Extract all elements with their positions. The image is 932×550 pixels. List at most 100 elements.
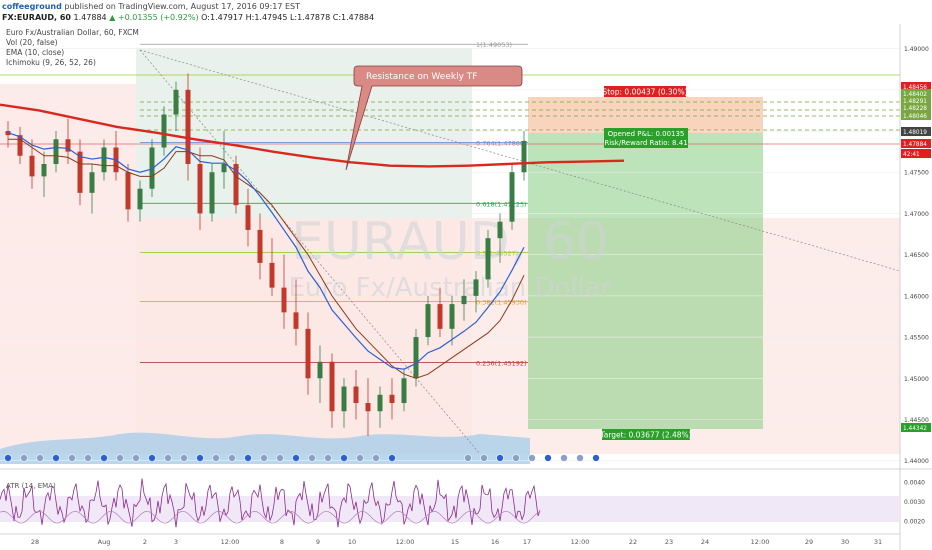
x-tick-label: 23 [665, 538, 673, 546]
candle-body [509, 172, 515, 222]
event-marker [180, 454, 188, 462]
x-tick-label: 16 [491, 538, 499, 546]
event-marker [116, 454, 124, 462]
event-marker [36, 454, 44, 462]
candle-body [341, 386, 347, 412]
event-marker [560, 454, 568, 462]
y-tick-label: 1.46000 [904, 293, 929, 300]
candle-body [353, 386, 359, 404]
indicator-ema[interactable]: EMA (10, close) [6, 48, 139, 58]
candle-body [473, 279, 479, 296]
candle-body [293, 312, 299, 329]
event-marker [496, 454, 504, 462]
stop-label: Stop: 0.00437 (0.30%) [602, 88, 687, 97]
event-marker [388, 454, 396, 462]
x-tick-label: 31 [874, 538, 882, 546]
x-tick-label: 2 [143, 538, 147, 546]
candle-body [53, 139, 59, 164]
low-value: L:1.47878 [289, 13, 331, 22]
candle-body [401, 378, 407, 404]
event-marker [480, 454, 488, 462]
x-tick-label: 9 [316, 538, 320, 546]
x-tick-label: 29 [805, 538, 813, 546]
event-marker [292, 454, 300, 462]
event-marker [228, 454, 236, 462]
oscillator-axis: 0.0040 0.0030 0.0020 [904, 479, 925, 525]
price-tag: 42:41 [903, 152, 920, 158]
x-tick-label: 28 [31, 538, 39, 546]
candle-body [173, 89, 179, 115]
event-marker [148, 454, 156, 462]
y-tick-label: 1.44500 [904, 417, 929, 424]
target-label: Target: 0.03677 (2.48%) [599, 431, 691, 440]
fib-label: 1(1.49053) [476, 41, 512, 49]
fib-label: 0.618(1.47123) [476, 200, 527, 208]
candle-body [425, 304, 431, 338]
event-marker [372, 454, 380, 462]
event-marker [196, 454, 204, 462]
candle-body [377, 394, 383, 412]
x-tick-label: 17 [523, 538, 531, 546]
resistance-callout-text: Resistance on Weekly TF [366, 72, 477, 82]
price-change: +0.01355 (+0.92%) [117, 13, 199, 22]
y-tick-label: 1.44000 [904, 458, 929, 465]
x-tick-label: 24 [701, 538, 709, 546]
pnl-label: Opened P&L: 0.00135 [608, 130, 685, 138]
chart-header: coffeeground published on TradingView.co… [0, 0, 932, 24]
candle-body [197, 163, 203, 214]
x-tick-label: 10 [348, 538, 356, 546]
watermark-symbol: EURAUD, 60 [291, 212, 609, 272]
x-tick-label: 12:00 [751, 538, 770, 546]
indicator-title[interactable]: Euro Fx/Australian Dollar, 60, FXCM [6, 28, 139, 38]
x-tick-label: 12:00 [221, 538, 240, 546]
x-tick-label: 22 [629, 538, 637, 546]
candle-body [41, 163, 47, 177]
candle-body [485, 238, 491, 280]
candle-body [521, 140, 527, 173]
publish-text: published on TradingView.com, August 17,… [64, 2, 301, 11]
price-tag: 1.48019 [903, 130, 927, 136]
event-marker [212, 454, 220, 462]
indicator-vol[interactable]: Vol (20, false) [6, 38, 139, 48]
y-tick-label: 1.46500 [904, 252, 929, 259]
event-marker [308, 454, 316, 462]
candle-body [269, 262, 275, 288]
open-value: O:1.47917 [201, 13, 244, 22]
candle-body [185, 89, 191, 164]
publish-line: coffeeground published on TradingView.co… [2, 2, 300, 11]
osc-tick-label: 0.0040 [904, 479, 925, 486]
candle-body [257, 229, 263, 263]
event-marker [4, 454, 12, 462]
candle-body [77, 151, 83, 193]
event-marker [164, 454, 172, 462]
x-tick-label: Aug [98, 538, 111, 546]
event-marker [276, 454, 284, 462]
rr-label: Risk/Reward Ratio: 8.41 [604, 139, 687, 147]
indicator-ichimoku[interactable]: Ichimoku (9, 26, 52, 26) [6, 58, 139, 68]
candle-body [413, 337, 419, 379]
candle-body [137, 188, 143, 210]
event-marker [52, 454, 60, 462]
event-marker [324, 454, 332, 462]
candle-body [221, 163, 227, 173]
last-price: 1.47884 [73, 13, 107, 22]
candle-body [281, 287, 287, 313]
watermark-name: Euro Fx/Australian Dollar [288, 273, 611, 303]
price-chart[interactable]: 1(1.49053) 0.764(1.47860) 0.618(1.47123) 0.… [0, 24, 932, 550]
event-marker [544, 454, 552, 462]
candle-body [437, 304, 443, 329]
candle-body [101, 147, 107, 173]
osc-tick-label: 0.0030 [904, 499, 925, 506]
candle-body [461, 295, 467, 305]
event-marker [340, 454, 348, 462]
x-tick-label: 15 [451, 538, 459, 546]
close-value: C:1.47884 [332, 13, 375, 22]
candle-body [329, 361, 335, 412]
event-marker [356, 454, 364, 462]
event-marker [260, 454, 268, 462]
username[interactable]: coffeeground [2, 2, 62, 11]
y-tick-label: 1.45500 [904, 335, 929, 342]
x-tick-label: 3 [174, 538, 178, 546]
event-marker [100, 454, 108, 462]
fib-label: 0.764(1.47860) [476, 140, 527, 148]
